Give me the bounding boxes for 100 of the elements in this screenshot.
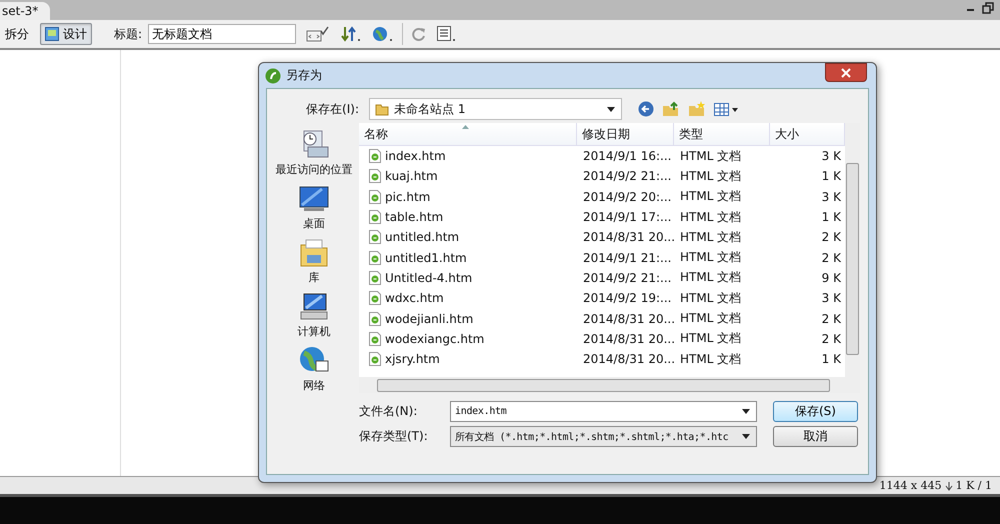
file-date: 2014/9/2 21:... xyxy=(582,169,672,184)
app-logo-icon xyxy=(265,68,281,84)
file-type: HTML 文档 xyxy=(679,290,742,307)
filename-field[interactable]: index.htm xyxy=(450,401,757,422)
file-type: HTML 文档 xyxy=(679,310,742,328)
html-file-icon xyxy=(369,312,381,326)
file-date: 2014/9/1 21:... xyxy=(582,250,672,265)
file-size: 1 K xyxy=(820,210,842,224)
scrollbar-thumb[interactable] xyxy=(377,379,830,392)
file-type: HTML 文档 xyxy=(679,148,742,165)
places-item[interactable]: 库 xyxy=(298,237,330,285)
file-name[interactable]: wdxc.htm xyxy=(385,291,444,306)
view-menu-icon[interactable] xyxy=(714,101,738,117)
places-item[interactable]: 网络 xyxy=(298,345,330,393)
file-size: 1 K xyxy=(820,352,842,366)
cancel-button[interactable]: 取消 xyxy=(773,426,858,447)
file-type: HTML 文档 xyxy=(679,228,742,246)
restore-icon[interactable] xyxy=(982,2,994,14)
html-file-icon xyxy=(369,190,381,204)
html-file-icon xyxy=(369,149,381,164)
file-size: 2 K xyxy=(820,230,842,244)
file-name[interactable]: table.htm xyxy=(385,210,444,224)
file-type: HTML 文档 xyxy=(679,188,742,206)
globe-icon[interactable] xyxy=(372,26,394,42)
computer-icon xyxy=(298,291,330,321)
places-item[interactable]: 桌面 xyxy=(298,183,330,231)
code-check-icon[interactable] xyxy=(306,26,330,42)
file-size: 3 K xyxy=(820,190,842,204)
column-header[interactable]: 类型 xyxy=(674,123,770,145)
title-field[interactable]: 无标题文档 xyxy=(148,24,296,44)
dropdown-arrow-icon xyxy=(607,106,615,112)
file-name[interactable]: Untitled-4.htm xyxy=(385,270,472,285)
file-date: 2014/8/31 20... xyxy=(582,230,674,244)
file-size: 2 K xyxy=(820,312,842,326)
back-icon[interactable] xyxy=(638,101,654,117)
folder-icon xyxy=(298,237,330,267)
html-file-icon xyxy=(369,169,381,184)
design-view-icon xyxy=(45,27,59,41)
transfer-arrows-icon[interactable] xyxy=(340,26,362,42)
file-size: 2 K xyxy=(820,250,842,265)
view-button[interactable]: 设计 xyxy=(40,23,92,45)
dropdown-arrow-icon xyxy=(742,409,750,414)
file-date: 2014/8/31 20... xyxy=(582,312,674,326)
places-item[interactable]: 最近访问的位置 xyxy=(276,129,352,177)
file-date: 2014/8/31 20... xyxy=(582,332,674,346)
file-date: 2014/9/2 19:... xyxy=(582,291,672,306)
download-size-text: 1 K / 1 xyxy=(956,479,992,492)
file-size: 3 K xyxy=(820,291,842,306)
file-name[interactable]: index.htm xyxy=(385,149,446,164)
html-file-icon xyxy=(369,230,381,244)
dropdown-arrow-icon xyxy=(742,434,750,439)
up-folder-icon[interactable] xyxy=(662,101,680,117)
file-size: 9 K xyxy=(820,270,842,285)
column-header[interactable]: 修改日期 xyxy=(577,123,674,145)
window-size-text: 1144 x 445 xyxy=(879,479,942,492)
file-type: HTML 文档 xyxy=(679,269,742,286)
file-date: 2014/9/1 17:... xyxy=(582,210,672,224)
save-in-label: 保存在(I): xyxy=(305,100,359,118)
file-name[interactable]: untitled.htm xyxy=(385,230,460,244)
file-type-label: 保存类型(T): xyxy=(359,428,429,445)
file-type-dropdown[interactable]: 所有文档 (*.htm;*.html;*.shtm;*.shtml;*.hta;*.htc xyxy=(450,426,757,447)
close-button[interactable] xyxy=(825,63,867,82)
file-size: 2 K xyxy=(820,332,842,346)
title-label: 标题: xyxy=(114,26,142,42)
file-type: HTML 文档 xyxy=(679,208,742,226)
file-date: 2014/9/2 20:... xyxy=(582,190,672,204)
close-icon xyxy=(841,68,851,78)
html-file-icon xyxy=(369,210,381,224)
file-date: 2014/9/1 16:... xyxy=(582,149,672,164)
view-button[interactable]: 拆分 xyxy=(0,23,34,45)
file-name[interactable]: wodejianli.htm xyxy=(385,312,474,326)
html-file-icon xyxy=(369,352,381,366)
download-arrow-icon xyxy=(944,480,953,490)
list-view-icon[interactable] xyxy=(437,26,458,42)
file-name[interactable]: kuaj.htm xyxy=(385,169,438,184)
sort-arrow-icon xyxy=(462,125,469,129)
file-name[interactable]: wodexiangc.htm xyxy=(385,332,484,346)
file-name[interactable]: untitled1.htm xyxy=(385,250,467,265)
file-name[interactable]: xjsry.htm xyxy=(385,352,440,366)
html-file-icon xyxy=(369,250,381,265)
folder-icon xyxy=(375,102,389,116)
column-header[interactable]: 名称 xyxy=(359,123,577,145)
document-tab[interactable]: set-3* xyxy=(0,2,50,20)
file-date: 2014/9/2 21:... xyxy=(582,270,672,285)
html-file-icon xyxy=(369,291,381,306)
dialog-title: 另存为 xyxy=(286,67,322,84)
scrollbar-thumb[interactable] xyxy=(846,163,859,355)
file-type: HTML 文档 xyxy=(679,168,742,185)
places-item[interactable]: 计算机 xyxy=(298,291,330,339)
html-file-icon xyxy=(369,332,381,346)
file-date: 2014/8/31 20... xyxy=(582,352,674,366)
html-file-icon xyxy=(369,270,381,285)
file-size: 3 K xyxy=(820,149,842,164)
file-size: 1 K xyxy=(820,169,842,184)
file-name[interactable]: pic.htm xyxy=(385,190,430,204)
file-type: HTML 文档 xyxy=(679,330,742,348)
filename-label: 文件名(N): xyxy=(359,403,418,420)
save-button[interactable]: 保存(S) xyxy=(773,401,858,422)
location-dropdown[interactable]: 未命名站点 1 xyxy=(369,98,622,120)
file-type: HTML 文档 xyxy=(679,350,742,368)
